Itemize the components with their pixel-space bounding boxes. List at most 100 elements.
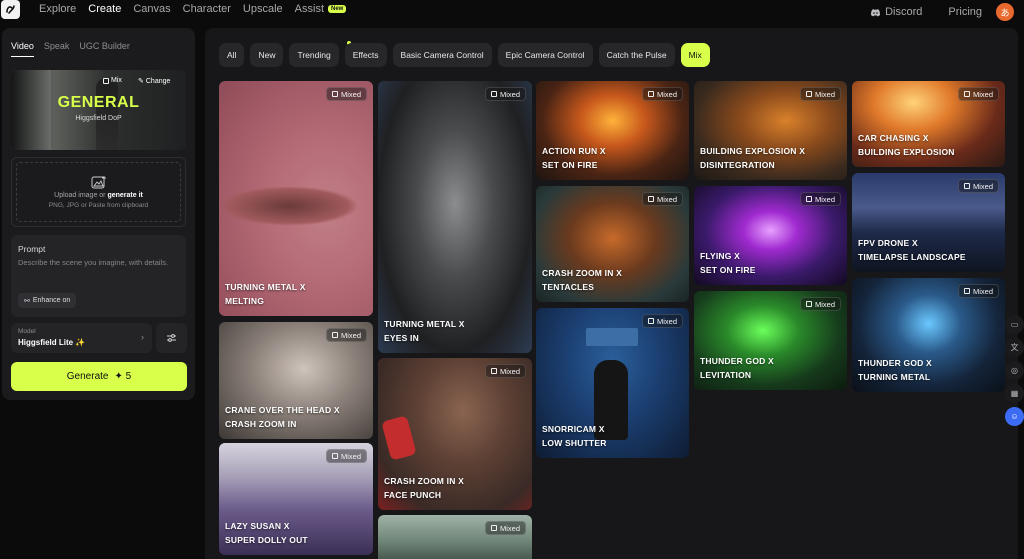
mixed-icon	[805, 196, 812, 202]
filter-trending[interactable]: Trending	[289, 43, 339, 67]
settings-button[interactable]	[156, 323, 187, 353]
enhance-toggle[interactable]: ⚯ Enhance on	[18, 293, 77, 308]
top-bar: Explore Create Canvas Character Upscale …	[0, 0, 1024, 21]
tab-speak[interactable]: Speak	[44, 41, 70, 57]
model-selector[interactable]: Model Higgsfield Lite ✨ ›	[11, 323, 152, 353]
main-nav: Explore Create Canvas Character Upscale …	[39, 3, 347, 15]
card-title: SNORRICAM X LOW SHUTTER	[542, 422, 607, 450]
translate-icon[interactable]: 文	[1005, 338, 1024, 357]
card-title-line1: FPV DRONE X	[858, 238, 918, 248]
prompt-input[interactable]: Describe the scene you imagine, with det…	[18, 257, 173, 268]
mixed-label: Mixed	[499, 523, 520, 533]
effect-card[interactable]: Mixed FLYING X SET ON FIRE	[694, 186, 847, 285]
mixed-badge: Mixed	[641, 314, 683, 328]
mixed-badge: Mixed	[325, 449, 367, 463]
card-title-line1: FLYING X	[700, 251, 741, 261]
card-title-line2: LOW SHUTTER	[542, 438, 607, 448]
nav-assist-label: Assist	[294, 3, 325, 15]
discord-label: Discord	[885, 6, 923, 18]
generate-it-link[interactable]: generate it	[107, 192, 142, 199]
mixed-label: Mixed	[814, 194, 835, 204]
effect-card[interactable]: Mixed SNORRICAM X LOW SHUTTER	[536, 308, 689, 458]
nav-explore[interactable]: Explore	[39, 3, 76, 15]
mixed-badge: Mixed	[957, 284, 999, 298]
effect-card[interactable]: Mixed TURNING METAL X EYES IN	[378, 81, 532, 353]
card-title: TURNING METAL X MELTING	[225, 280, 306, 308]
effect-card[interactable]: Mixed BUILDING EXPLOSION X DISINTEGRATION	[694, 81, 847, 180]
mode-tabs: Video Speak UGC Builder	[11, 41, 130, 57]
preset-preview[interactable]: Mix ✎ Change GENERAL Higgsfield DoP	[11, 70, 186, 150]
effect-card[interactable]: Mixed CRASH ZOOM IN X FACE PUNCH	[378, 358, 532, 510]
card-title-line2: DISINTEGRATION	[700, 160, 775, 170]
user-avatar[interactable]: あ	[996, 3, 1014, 21]
nav-canvas[interactable]: Canvas	[133, 3, 170, 15]
filter-mix[interactable]: Mix	[680, 43, 710, 67]
card-image-sign	[586, 328, 638, 346]
card-title-line2: FACE PUNCH	[384, 490, 442, 500]
image-upload-icon	[91, 176, 106, 189]
floating-toolbar: ▭ 文 ◎ ▦ ☺	[1005, 315, 1024, 426]
upload-formats: PNG, JPG or Paste from clipboard	[48, 202, 149, 209]
upload-instruction: Upload image or generate it	[54, 192, 143, 199]
card-title-line2: EYES IN	[384, 333, 419, 343]
pencil-icon: ✎	[138, 78, 144, 85]
upload-dropzone[interactable]: Upload image or generate it PNG, JPG or …	[16, 162, 181, 222]
app-logo-icon[interactable]	[1, 0, 20, 19]
effect-card[interactable]: Mixed CAR CHASING X BUILDING EXPLOSION	[852, 81, 1005, 167]
globe-icon[interactable]: ◎	[1005, 361, 1024, 380]
filter-all[interactable]: All	[219, 43, 245, 67]
nav-assist[interactable]: Assist New	[295, 3, 347, 15]
effect-card[interactable]: Mixed THUNDER GOD X TURNING METAL	[852, 278, 1005, 392]
generate-button[interactable]: Generate ✦ 5	[11, 362, 187, 391]
discord-link[interactable]: Discord	[870, 6, 922, 18]
mixed-badge: Mixed	[484, 87, 526, 101]
mixed-label: Mixed	[972, 89, 993, 99]
new-badge: New	[328, 5, 347, 14]
effect-card[interactable]: Mixed CRANE OVER THE HEAD X CRASH ZOOM IN	[219, 322, 373, 439]
assistant-bot-icon[interactable]: ☺	[1005, 407, 1024, 426]
card-title-line2: SET ON FIRE	[542, 160, 598, 170]
mixed-icon	[647, 196, 654, 202]
effect-card[interactable]: Mixed THUNDER GOD X LEVITATION	[694, 291, 847, 390]
effect-card[interactable]: Mixed CRASH ZOOM IN X TENTACLES	[536, 186, 689, 302]
mixed-badge: Mixed	[799, 297, 841, 311]
card-title-line1: SNORRICAM X	[542, 424, 605, 434]
card-title-line2: SET ON FIRE	[700, 265, 756, 275]
mixed-icon	[963, 288, 970, 294]
mixed-label: Mixed	[814, 89, 835, 99]
effect-card[interactable]: Mixed LAZY SUSAN X SUPER DOLLY OUT	[219, 443, 373, 555]
mixed-icon	[647, 91, 654, 97]
filter-new[interactable]: New	[250, 43, 284, 67]
card-title-line1: CRASH ZOOM IN X	[384, 476, 464, 486]
filter-epic-camera-control[interactable]: Epic Camera Control	[497, 43, 593, 67]
tab-video[interactable]: Video	[11, 41, 34, 57]
nav-character[interactable]: Character	[183, 3, 231, 15]
card-title-line1: CAR CHASING X	[858, 133, 929, 143]
effect-card[interactable]: Mixed ACTION RUN X SET ON FIRE	[536, 81, 689, 180]
effect-card[interactable]: Mixed FPV DRONE X TIMELAPSE LANDSCAPE	[852, 173, 1005, 272]
mixed-icon	[963, 91, 970, 97]
pricing-link[interactable]: Pricing	[948, 6, 982, 18]
effect-card[interactable]: Mixed	[378, 515, 532, 559]
card-title-line1: CRANE OVER THE HEAD X	[225, 405, 340, 415]
upload-area[interactable]: Upload image or generate it PNG, JPG or …	[11, 157, 186, 227]
prompt-box[interactable]: Prompt Describe the scene you imagine, w…	[11, 235, 186, 317]
mixed-label: Mixed	[656, 89, 677, 99]
filter-effects[interactable]: Effects	[344, 43, 387, 67]
filter-basic-camera-control[interactable]: Basic Camera Control	[392, 43, 492, 67]
grid-icon[interactable]: ▦	[1005, 384, 1024, 403]
nav-upscale[interactable]: Upscale	[243, 3, 283, 15]
nav-create[interactable]: Create	[88, 3, 121, 15]
card-image-can	[381, 415, 417, 461]
mix-button[interactable]: Mix	[103, 77, 122, 84]
card-title-line2: TENTACLES	[542, 282, 595, 292]
card-title: THUNDER GOD X TURNING METAL	[858, 356, 932, 384]
change-button[interactable]: ✎ Change	[138, 77, 170, 86]
preview-image-figure	[96, 78, 118, 150]
book-icon[interactable]: ▭	[1005, 315, 1024, 334]
tab-ugc-builder[interactable]: UGC Builder	[79, 41, 130, 57]
mixed-badge: Mixed	[484, 521, 526, 535]
effect-card[interactable]: Mixed TURNING METAL X MELTING	[219, 81, 373, 316]
card-title: CAR CHASING X BUILDING EXPLOSION	[858, 131, 955, 159]
filter-catch-the-pulse[interactable]: Catch the Pulse	[598, 43, 675, 67]
